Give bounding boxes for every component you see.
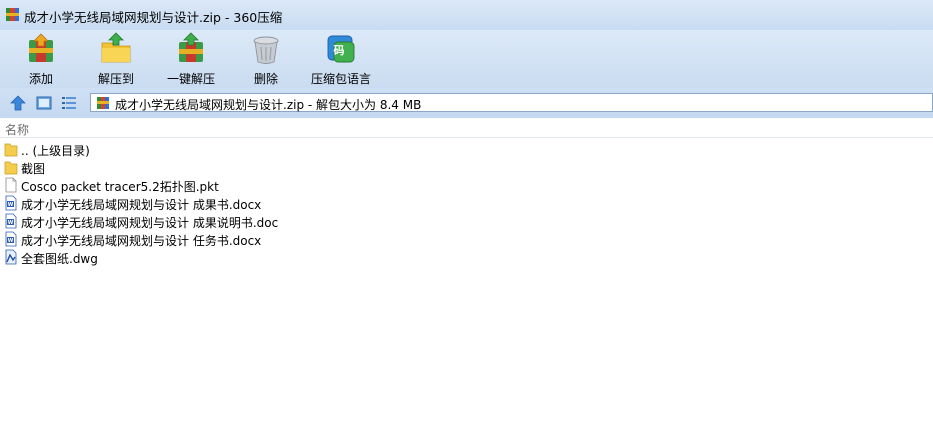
- svg-text:W: W: [8, 238, 14, 244]
- delete-button[interactable]: 删除: [236, 30, 296, 88]
- add-archive-icon: [29, 33, 53, 62]
- file-name: 成才小学无线局域网规划与设计 成果书.docx: [21, 198, 262, 212]
- folder-icon: [4, 143, 18, 157]
- list-item[interactable]: W 成才小学无线局域网规划与设计 成果书.docx: [0, 194, 933, 212]
- file-rows: .. (上级目录) 截图 Cosco packet tracer5.2拓扑图.p…: [0, 140, 933, 266]
- file-name: 全套图纸.dwg: [21, 252, 98, 266]
- one-click-extract-button-label: 一键解压: [166, 72, 215, 86]
- window-title: 成才小学无线局域网规划与设计.zip - 360压缩: [24, 10, 283, 25]
- list-item[interactable]: W 成才小学无线局域网规划与设计 任务书.docx: [0, 230, 933, 248]
- list-item[interactable]: W 成才小学无线局域网规划与设计 成果说明书.doc: [0, 212, 933, 230]
- file-name: .. (上级目录): [21, 144, 90, 158]
- blank-file-icon: [5, 177, 17, 193]
- archive-app-icon: [6, 8, 19, 21]
- folder-icon: [4, 161, 18, 175]
- list-item[interactable]: Cosco packet tracer5.2拓扑图.pkt: [0, 176, 933, 194]
- thumbnail-view-icon[interactable]: [36, 95, 52, 111]
- list-item[interactable]: .. (上级目录): [0, 140, 933, 158]
- svg-text:W: W: [8, 202, 14, 208]
- extract-to-button-label: 解压到: [97, 72, 134, 86]
- path-field[interactable]: 成才小学无线局域网规划与设计.zip - 解包大小为 8.4 MB: [90, 93, 933, 112]
- list-item[interactable]: 截图: [0, 158, 933, 176]
- list-view-icon[interactable]: [61, 95, 77, 111]
- list-item[interactable]: 全套图纸.dwg: [0, 248, 933, 266]
- path-text: 成才小学无线局域网规划与设计.zip - 解包大小为 8.4 MB: [115, 98, 422, 112]
- add-button-label: 添加: [28, 72, 53, 86]
- one-click-extract-button[interactable]: 一键解压: [158, 30, 224, 88]
- up-arrow-icon[interactable]: [10, 95, 26, 111]
- column-header[interactable]: 名称: [0, 118, 933, 138]
- dwg-file-icon: [5, 249, 17, 265]
- file-name: Cosco packet tracer5.2拓扑图.pkt: [21, 180, 219, 194]
- column-name-label: 名称: [5, 123, 30, 137]
- word-document-icon: W: [5, 231, 17, 247]
- toolbar: 添加 解压到 一键解压 删除 码 压缩包语言: [0, 30, 933, 88]
- svg-text:W: W: [8, 220, 14, 226]
- title-bar: 成才小学无线局域网规划与设计.zip - 360压缩: [0, 0, 933, 30]
- archive-language-button[interactable]: 码 压缩包语言: [306, 30, 376, 88]
- quick-extract-icon: [179, 32, 203, 62]
- codepage-icon-glyph: 码: [334, 44, 345, 57]
- extract-to-button[interactable]: 解压到: [84, 30, 148, 88]
- file-name: 成才小学无线局域网规划与设计 成果说明书.doc: [21, 216, 279, 230]
- delete-button-label: 删除: [253, 72, 278, 86]
- file-list: 名称 .. (上级目录) 截图 Cosco packet tracer5.2拓扑…: [0, 118, 933, 444]
- trash-icon: [253, 36, 279, 64]
- word-document-icon: W: [5, 195, 17, 211]
- add-button[interactable]: 添加: [10, 30, 72, 88]
- word-document-icon: W: [5, 213, 17, 229]
- extract-folder-icon: [101, 32, 131, 63]
- archive-language-button-label: 压缩包语言: [310, 72, 371, 86]
- file-name: 成才小学无线局域网规划与设计 任务书.docx: [21, 234, 262, 248]
- address-bar: 成才小学无线局域网规划与设计.zip - 解包大小为 8.4 MB: [0, 88, 933, 118]
- archive-file-icon: [97, 97, 109, 109]
- file-name: 截图: [21, 162, 46, 176]
- codepage-icon: 码: [327, 35, 355, 63]
